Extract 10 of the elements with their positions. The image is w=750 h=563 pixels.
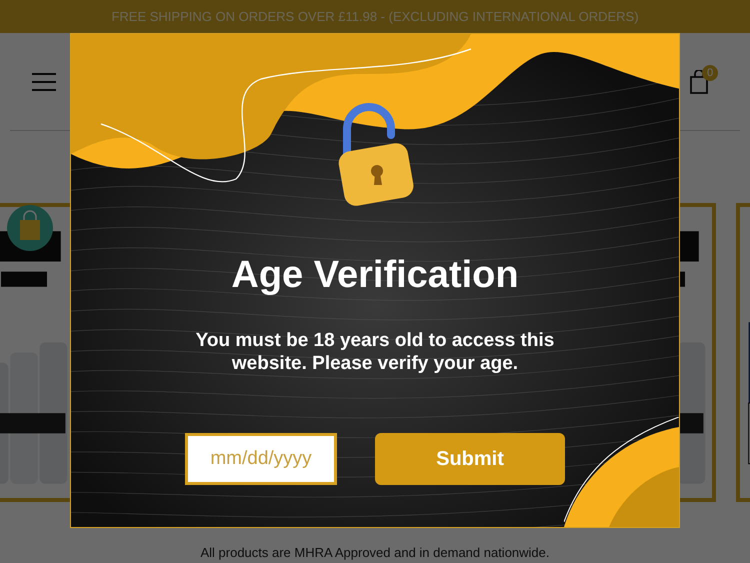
dialog-title: Age Verification xyxy=(231,254,519,297)
date-input-field[interactable]: mm/dd/yyyy xyxy=(185,433,337,485)
cart-icon[interactable] xyxy=(689,70,709,94)
shopping-bag-icon[interactable] xyxy=(7,205,53,251)
cart-count-badge: 0 xyxy=(702,65,718,81)
info-text: All products are MHRA Approved and in demand nationwide. xyxy=(199,545,551,561)
banner-text: FREE SHIPPING ON ORDERS OVER £11.98 - (EXCLUDING INTERNATIONAL ORDERS) xyxy=(111,9,639,24)
menu-icon[interactable] xyxy=(32,72,56,90)
submit-button[interactable]: Submit xyxy=(375,433,565,485)
dialog-message: You must be 18 years old to access this website. Please verify your age. xyxy=(194,329,556,375)
